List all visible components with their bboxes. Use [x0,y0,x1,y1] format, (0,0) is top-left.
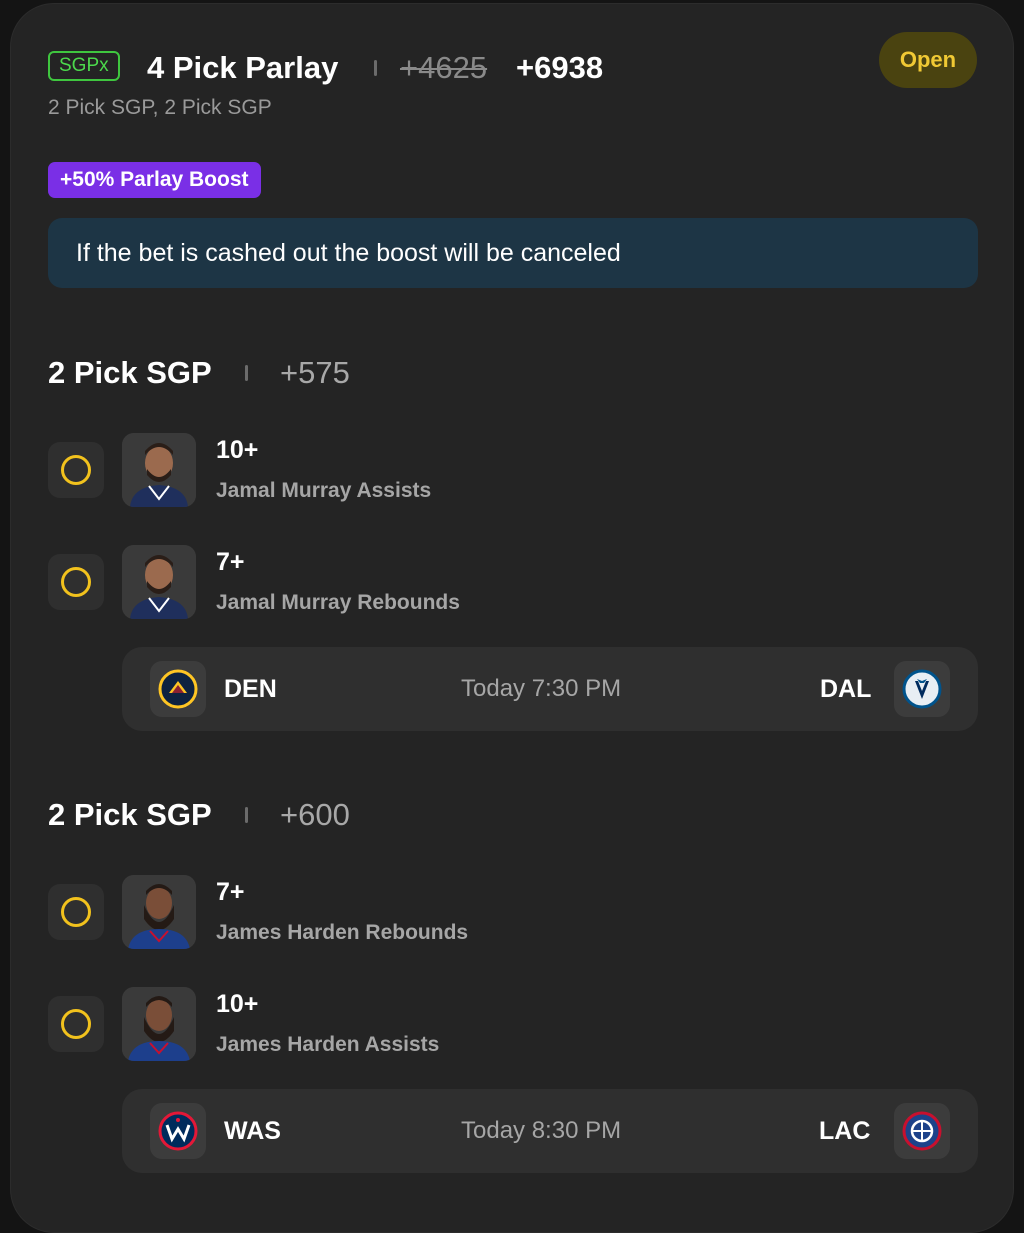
boost-notice: If the bet is cashed out the boost will … [48,218,978,288]
pick-status-checkbox[interactable] [48,554,104,610]
pick-market: James Harden Rebounds [216,921,469,944]
sgpx-badge: SGPx [48,51,120,81]
pick-line: 10+ [216,436,259,464]
player-avatar [122,875,196,949]
home-team: DEN [224,675,277,703]
pick-status-checkbox[interactable] [48,442,104,498]
original-odds: +4625 [400,50,488,85]
pick-market: Jamal Murray Assists [216,479,432,502]
section-title: 2 Pick SGP [48,797,212,832]
wizards-logo-icon [150,1103,206,1159]
section-title: 2 Pick SGP [48,355,212,390]
away-team: DAL [820,675,872,703]
player-headshot-icon [122,875,196,949]
player-avatar [122,987,196,1061]
player-avatar [122,545,196,619]
divider [245,365,248,381]
player-headshot-icon [122,987,196,1061]
bet-card[interactable]: SGPx 4 Pick Parlay +4625 +6938 Open 2 Pi… [10,3,1014,1233]
player-headshot-icon [122,545,196,619]
away-team: LAC [819,1117,871,1145]
section-odds: +575 [280,355,350,390]
pick-line: 10+ [216,990,259,1018]
bet-title: 4 Pick Parlay [147,50,339,85]
game-matchup-bar[interactable]: DEN Today 7:30 PM DAL [122,647,978,731]
pending-circle-icon [61,567,91,597]
pending-circle-icon [61,897,91,927]
home-team: WAS [224,1117,281,1145]
game-matchup-bar[interactable]: WAS Today 8:30 PM LAC [122,1089,978,1173]
player-avatar [122,433,196,507]
pick-line: 7+ [216,548,245,576]
pick-market: Jamal Murray Rebounds [216,591,460,614]
boosted-odds: +6938 [516,50,604,85]
pending-circle-icon [61,1009,91,1039]
status-badge: Open [879,32,977,88]
parlay-boost-badge: +50% Parlay Boost [48,162,261,198]
pick-line: 7+ [216,878,245,906]
pending-circle-icon [61,455,91,485]
bet-subtitle: 2 Pick SGP, 2 Pick SGP [48,96,272,119]
pick-status-checkbox[interactable] [48,884,104,940]
pick-market: James Harden Assists [216,1033,440,1056]
clippers-logo-icon [894,1103,950,1159]
player-headshot-icon [122,433,196,507]
section-odds: +600 [280,797,350,832]
game-time: Today 8:30 PM [461,1117,622,1144]
pick-status-checkbox[interactable] [48,996,104,1052]
divider [374,60,377,76]
divider [245,807,248,823]
mavericks-logo-icon [894,661,950,717]
nuggets-logo-icon [150,661,206,717]
game-time: Today 7:30 PM [461,675,622,702]
